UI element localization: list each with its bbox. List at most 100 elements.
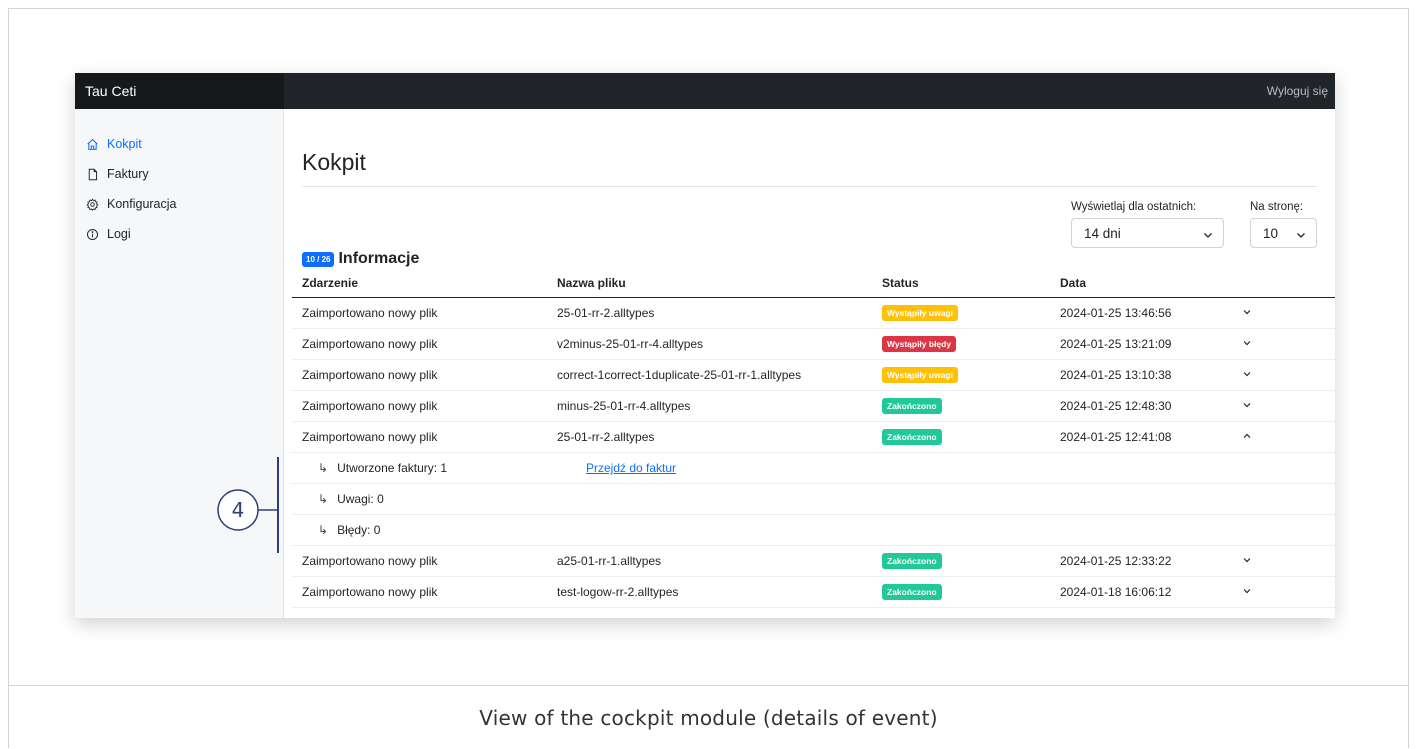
file-icon <box>86 168 99 181</box>
status-badge: Zakończono <box>882 429 942 445</box>
table-row[interactable]: Zaimportowano nowy plik correct-1correct-… <box>292 360 1335 391</box>
file-name-cell: test-logow-rr-2.alltypes <box>557 585 679 599</box>
chevron-down-icon[interactable] <box>1242 400 1252 410</box>
status-cell: Zakończono <box>882 584 1060 600</box>
file-name-cell: minus-25-01-rr-4.alltypes <box>557 399 691 413</box>
event-cell: Zaimportowano nowy plik <box>302 337 438 351</box>
expand-cell <box>1242 399 1302 413</box>
events-table: Zdarzenie Nazwa pliku Status Data Zaimpo… <box>292 269 1335 608</box>
column-header-file: Nazwa pliku <box>557 276 626 290</box>
go-to-invoices-link[interactable]: Przejdź do faktur <box>586 461 676 475</box>
column-header-event: Zdarzenie <box>302 276 359 290</box>
status-badge: Wystąpiły błędy <box>882 336 957 352</box>
subitem-arrow-icon: ↳ <box>318 461 329 475</box>
chevron-up-icon[interactable] <box>1242 431 1252 441</box>
sidebar-item-kokpit[interactable]: Kokpit <box>75 129 283 159</box>
per-page-select[interactable]: 10 <box>1250 218 1317 248</box>
sidebar-item-label: Kokpit <box>107 137 142 151</box>
figure-frame: Tau Ceti Wyloguj się Kokpit Faktury Konf… <box>8 8 1409 748</box>
event-cell: Zaimportowano nowy plik <box>302 399 438 413</box>
detail-label: Błędy: 0 <box>337 523 381 537</box>
status-cell: Wystąpiły błędy <box>882 336 1060 352</box>
status-cell: Wystąpiły uwagi <box>882 305 1060 321</box>
status-cell: Zakończono <box>882 398 1060 414</box>
period-select[interactable]: 14 dni <box>1071 218 1224 248</box>
home-icon <box>86 138 99 151</box>
detail-row: ↳ Błędy: 0 <box>292 515 1335 546</box>
chevron-down-icon[interactable] <box>1242 307 1252 317</box>
date-cell: 2024-01-25 13:21:09 <box>1060 337 1172 351</box>
period-filter-label: Wyświetlaj dla ostatnich: <box>1071 201 1197 213</box>
table-row[interactable]: Zaimportowano nowy plik minus-25-01-rr-4.… <box>292 391 1335 422</box>
table-row[interactable]: Zaimportowano nowy plik test-logow-rr-2.a… <box>292 577 1335 608</box>
per-page-filter: Na stronę: 10 <box>1250 201 1317 248</box>
page-title: Kokpit <box>302 149 366 175</box>
period-filter: Wyświetlaj dla ostatnich: 14 dni <box>1071 201 1224 248</box>
status-cell: Zakończono <box>882 553 1060 569</box>
event-cell: Zaimportowano nowy plik <box>302 430 438 444</box>
sidebar-item-label: Logi <box>107 227 131 241</box>
logout-link[interactable]: Wyloguj się <box>1267 73 1328 109</box>
chevron-down-icon[interactable] <box>1242 555 1252 565</box>
table-header: Zdarzenie Nazwa pliku Status Data <box>292 269 1335 298</box>
brand-logo[interactable]: Tau Ceti <box>75 73 284 109</box>
expand-cell <box>1242 430 1302 444</box>
file-name-cell: 25-01-rr-2.alltypes <box>557 430 655 444</box>
event-cell: Zaimportowano nowy plik <box>302 368 438 382</box>
period-select-value: 14 dni <box>1084 225 1121 241</box>
section-title: Informacje <box>338 250 420 267</box>
column-header-date: Data <box>1060 276 1087 290</box>
event-cell: Zaimportowano nowy plik <box>302 585 438 599</box>
status-cell: Zakończono <box>882 429 1060 445</box>
table-row[interactable]: Zaimportowano nowy plik 25-01-rr-2.alltyp… <box>292 298 1335 329</box>
per-page-label: Na stronę: <box>1250 201 1304 213</box>
file-name-cell: v2minus-25-01-rr-4.alltypes <box>557 337 704 351</box>
date-cell: 2024-01-25 12:41:08 <box>1060 430 1172 444</box>
date-cell: 2024-01-25 13:10:38 <box>1060 368 1172 382</box>
detail-label: Utworzone faktury: 1 <box>337 461 448 475</box>
status-badge: Wystąpiły uwagi <box>882 367 958 383</box>
status-badge: Zakończono <box>882 553 942 569</box>
info-icon <box>86 228 99 241</box>
section-header: 10 / 26 Informacje <box>302 250 419 268</box>
subitem-arrow-icon: ↳ <box>318 492 329 506</box>
title-divider <box>302 186 1317 187</box>
detail-label: Uwagi: 0 <box>337 492 384 506</box>
count-badge: 10 / 26 <box>302 251 335 267</box>
chevron-down-icon[interactable] <box>1242 369 1252 379</box>
subitem-arrow-icon: ↳ <box>318 523 329 537</box>
status-cell: Wystąpiły uwagi <box>882 367 1060 383</box>
expand-cell <box>1242 585 1302 599</box>
detail-label-wrap: ↳ Błędy: 0 <box>292 523 586 537</box>
expand-cell <box>1242 554 1302 568</box>
expand-cell <box>1242 306 1302 320</box>
sidebar-item-faktury[interactable]: Faktury <box>75 159 283 189</box>
date-cell: 2024-01-25 12:48:30 <box>1060 399 1172 413</box>
column-header-status: Status <box>882 276 919 290</box>
chevron-down-icon[interactable] <box>1242 338 1252 348</box>
caption-area: View of the cockpit module (details of e… <box>9 685 1408 749</box>
table-row[interactable]: Zaimportowano nowy plik 25-01-rr-2.alltyp… <box>292 422 1335 453</box>
callout-marker: 4 <box>214 489 284 544</box>
chevron-down-icon <box>1296 228 1306 238</box>
table-body: Zaimportowano nowy plik 25-01-rr-2.alltyp… <box>292 298 1335 608</box>
chevron-down-icon[interactable] <box>1242 586 1252 596</box>
file-name-cell: a25-01-rr-1.alltypes <box>557 554 662 568</box>
event-cell: Zaimportowano nowy plik <box>302 306 438 320</box>
status-badge: Zakończono <box>882 398 942 414</box>
date-cell: 2024-01-25 12:33:22 <box>1060 554 1172 568</box>
table-row[interactable]: Zaimportowano nowy plik a25-01-rr-1.allty… <box>292 546 1335 577</box>
event-cell: Zaimportowano nowy plik <box>302 554 438 568</box>
status-badge: Zakończono <box>882 584 942 600</box>
detail-label-wrap: ↳ Uwagi: 0 <box>292 492 586 506</box>
figure-caption: View of the cockpit module (details of e… <box>479 705 938 730</box>
file-name-cell: correct-1correct-1duplicate-25-01-rr-1.a… <box>557 368 802 382</box>
top-navbar: Tau Ceti Wyloguj się <box>75 73 1335 109</box>
callout-number: 4 <box>231 498 245 522</box>
sidebar-item-logi[interactable]: Logi <box>75 219 283 249</box>
table-row[interactable]: Zaimportowano nowy plik v2minus-25-01-rr-… <box>292 329 1335 360</box>
sidebar-item-konfiguracja[interactable]: Konfiguracja <box>75 189 283 219</box>
expand-cell <box>1242 337 1302 351</box>
expand-cell <box>1242 368 1302 382</box>
per-page-value: 10 <box>1263 225 1279 241</box>
